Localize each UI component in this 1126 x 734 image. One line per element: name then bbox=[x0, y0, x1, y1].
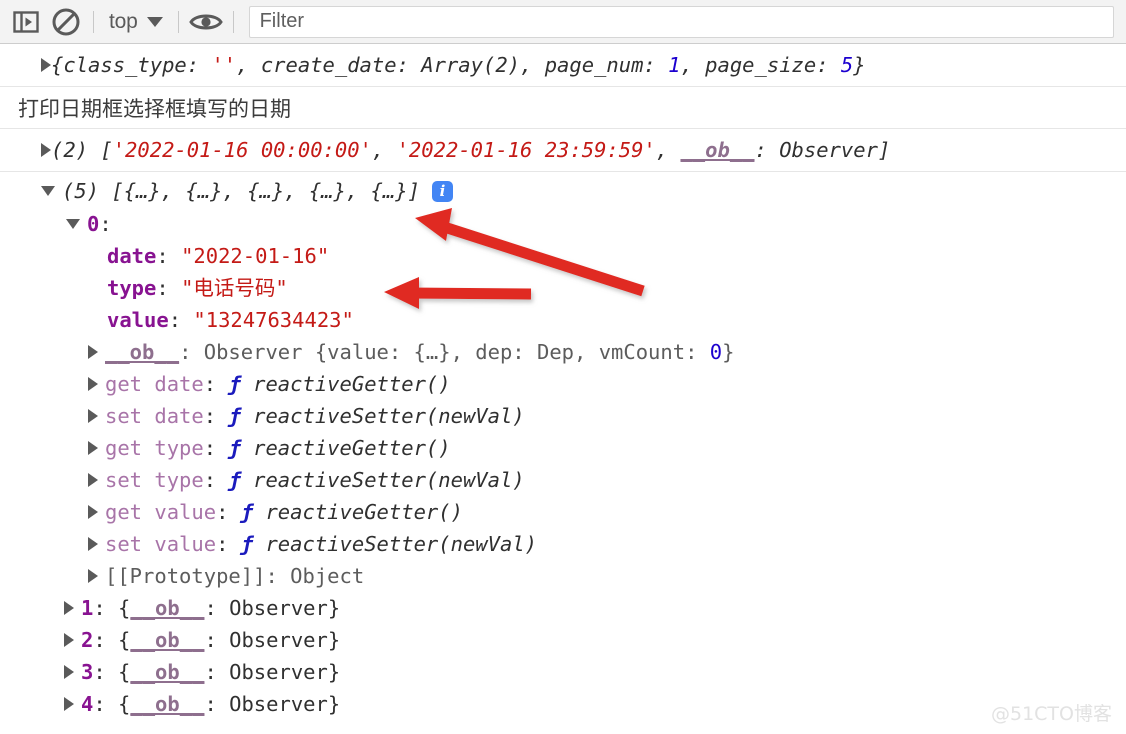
array-index-2-row[interactable]: 2: {__ob__: Observer} bbox=[0, 624, 1126, 656]
property-type: type: "电话号码" bbox=[107, 276, 288, 300]
prototype-label: [[Prototype]]: Object bbox=[105, 564, 365, 588]
disclosure-triangle-icon[interactable] bbox=[88, 473, 98, 487]
array-index-1-preview: 1: {__ob__: Observer} bbox=[81, 596, 341, 620]
property-value: value: "13247634423" bbox=[107, 308, 354, 332]
property-date: date: "2022-01-16" bbox=[107, 244, 330, 268]
info-badge-icon[interactable]: i bbox=[431, 180, 453, 202]
toolbar-divider-2 bbox=[177, 10, 179, 33]
accessor-row-get-date[interactable]: get date: ƒ reactiveGetter() bbox=[0, 368, 1126, 400]
execution-context-selector[interactable]: top bbox=[101, 7, 171, 37]
array-preview: (2) ['2022-01-16 00:00:00', '2022-01-16 … bbox=[51, 138, 891, 162]
console-toolbar: top Filter bbox=[0, 0, 1126, 44]
accessor-row-set-value[interactable]: set value: ƒ reactiveSetter(newVal) bbox=[0, 528, 1126, 560]
disclosure-triangle-open-icon[interactable] bbox=[66, 219, 80, 229]
accessor-get-type: get type: ƒ reactiveGetter() bbox=[105, 436, 451, 460]
property-row-type[interactable]: type: "电话号码" bbox=[0, 272, 1126, 304]
log-label-text: 打印日期框选择框填写的日期 bbox=[18, 96, 291, 121]
object-preview: {class_type: '', create_date: Array(2), … bbox=[51, 53, 866, 77]
array-header-preview: (5) [{…}, {…}, {…}, {…}, {…}] bbox=[62, 179, 420, 203]
sidebar-panel-icon[interactable] bbox=[6, 2, 46, 42]
disclosure-triangle-icon[interactable] bbox=[88, 377, 98, 391]
console-message-list: {class_type: '', create_date: Array(2), … bbox=[0, 44, 1126, 734]
console-message-expanded-array: (5) [{…}, {…}, {…}, {…}, {…}] i 0: date:… bbox=[0, 172, 1126, 720]
disclosure-triangle-icon[interactable] bbox=[88, 537, 98, 551]
disclosure-triangle-icon[interactable] bbox=[88, 409, 98, 423]
eye-live-expression-icon[interactable] bbox=[186, 2, 226, 42]
disclosure-triangle-open-icon[interactable] bbox=[41, 186, 55, 196]
disclosure-triangle-icon[interactable] bbox=[88, 441, 98, 455]
array-index-0-row[interactable]: 0: bbox=[0, 208, 1126, 240]
toolbar-divider-3 bbox=[232, 10, 234, 33]
array-index-0-label: 0: bbox=[87, 212, 112, 236]
accessor-set-type: set type: ƒ reactiveSetter(newVal) bbox=[105, 468, 525, 492]
disclosure-triangle-icon[interactable] bbox=[88, 345, 98, 359]
execution-context-label: top bbox=[109, 9, 138, 33]
prototype-row[interactable]: [[Prototype]]: Object bbox=[0, 560, 1126, 592]
array-index-1-row[interactable]: 1: {__ob__: Observer} bbox=[0, 592, 1126, 624]
watermark: @51CTO博客 bbox=[990, 703, 1112, 725]
filter-input[interactable]: Filter bbox=[248, 5, 1114, 38]
disclosure-triangle-icon[interactable] bbox=[88, 569, 98, 583]
property-row-value[interactable]: value: "13247634423" bbox=[0, 304, 1126, 336]
array-index-4-row[interactable]: 4: {__ob__: Observer} bbox=[0, 688, 1126, 720]
accessor-get-date: get date: ƒ reactiveGetter() bbox=[105, 372, 451, 396]
accessor-row-set-type[interactable]: set type: ƒ reactiveSetter(newVal) bbox=[0, 464, 1126, 496]
disclosure-triangle-icon[interactable] bbox=[41, 58, 51, 72]
property-observer: __ob__: Observer {value: {…}, dep: Dep, … bbox=[105, 340, 735, 364]
console-message-object[interactable]: {class_type: '', create_date: Array(2), … bbox=[0, 44, 1126, 87]
accessor-get-value: get value: ƒ reactiveGetter() bbox=[105, 500, 463, 524]
toolbar-divider-1 bbox=[93, 10, 94, 33]
accessor-set-date: set date: ƒ reactiveSetter(newVal) bbox=[105, 404, 525, 428]
array-index-3-row[interactable]: 3: {__ob__: Observer} bbox=[0, 656, 1126, 688]
accessor-row-get-value[interactable]: get value: ƒ reactiveGetter() bbox=[0, 496, 1126, 528]
array-index-4-preview: 4: {__ob__: Observer} bbox=[81, 692, 341, 716]
filter-placeholder: Filter bbox=[259, 10, 305, 32]
array-header-row[interactable]: (5) [{…}, {…}, {…}, {…}, {…}] i bbox=[0, 174, 1126, 208]
disclosure-triangle-icon[interactable] bbox=[64, 633, 74, 647]
array-index-2-preview: 2: {__ob__: Observer} bbox=[81, 628, 341, 652]
console-message-text[interactable]: 打印日期框选择框填写的日期 bbox=[0, 87, 1126, 129]
disclosure-triangle-icon[interactable] bbox=[41, 143, 51, 157]
disclosure-triangle-icon[interactable] bbox=[64, 665, 74, 679]
accessor-row-get-type[interactable]: get type: ƒ reactiveGetter() bbox=[0, 432, 1126, 464]
accessor-row-set-date[interactable]: set date: ƒ reactiveSetter(newVal) bbox=[0, 400, 1126, 432]
array-index-3-preview: 3: {__ob__: Observer} bbox=[81, 660, 341, 684]
property-row-observer[interactable]: __ob__: Observer {value: {…}, dep: Dep, … bbox=[0, 336, 1126, 368]
property-row-date[interactable]: date: "2022-01-16" bbox=[0, 240, 1126, 272]
no-entry-clear-icon[interactable] bbox=[46, 2, 86, 42]
chevron-down-icon bbox=[146, 16, 163, 27]
disclosure-triangle-icon[interactable] bbox=[88, 505, 98, 519]
accessor-set-value: set value: ƒ reactiveSetter(newVal) bbox=[105, 532, 537, 556]
console-message-array[interactable]: (2) ['2022-01-16 00:00:00', '2022-01-16 … bbox=[0, 129, 1126, 172]
disclosure-triangle-icon[interactable] bbox=[64, 601, 74, 615]
disclosure-triangle-icon[interactable] bbox=[64, 697, 74, 711]
